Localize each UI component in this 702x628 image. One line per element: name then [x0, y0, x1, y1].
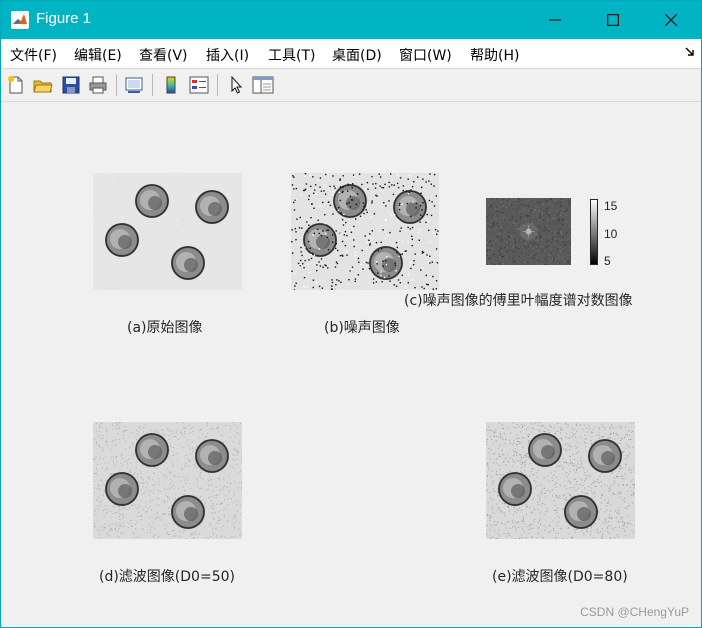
colorbar-tick-label: 5 — [604, 254, 611, 268]
property-editor-icon — [252, 76, 274, 94]
fourier-spectrum-image — [486, 198, 571, 265]
maximize-icon — [607, 14, 619, 26]
menu-tools[interactable]: 工具(T) — [268, 45, 315, 65]
insert-legend-button[interactable] — [188, 74, 210, 96]
figure-canvas: (a)原始图像 (b)噪声图像 15 10 5 (c)噪声图像的傅里叶幅度谱对数… — [1, 102, 701, 627]
dock-arrow-icon[interactable] — [685, 47, 695, 57]
new-figure-button[interactable] — [5, 74, 27, 96]
filtered-image-d0-80 — [486, 422, 635, 539]
insert-legend-icon — [189, 76, 209, 94]
caption-d: (d)滤波图像(D0=50) — [99, 569, 235, 585]
toolbar-separator — [152, 74, 153, 96]
caption-c: (c)噪声图像的傅里叶幅度谱对数图像 — [404, 293, 633, 309]
noisy-image — [291, 173, 439, 290]
window-title: Figure 1 — [36, 10, 92, 27]
menu-desktop[interactable]: 桌面(D) — [332, 45, 382, 65]
maximize-button[interactable] — [584, 1, 642, 39]
save-icon — [62, 76, 80, 94]
colorbar — [590, 199, 598, 265]
matlab-logo-icon — [11, 11, 29, 29]
toolbar-separator — [217, 74, 218, 96]
toolbar-separator — [116, 74, 117, 96]
save-button[interactable] — [60, 74, 82, 96]
watermark: CSDN @CHengYuP — [580, 605, 689, 619]
open-file-icon — [33, 80, 53, 93]
link-plot-icon — [125, 77, 143, 93]
new-figure-icon — [8, 76, 23, 94]
pointer-icon — [231, 75, 243, 94]
print-icon — [89, 76, 107, 94]
colorbar-tick-label: 10 — [604, 227, 618, 241]
insert-colorbar-button[interactable] — [160, 74, 182, 96]
caption-b: (b)噪声图像 — [324, 320, 400, 336]
menu-file[interactable]: 文件(F) — [10, 45, 57, 65]
link-plot-button[interactable] — [123, 74, 145, 96]
menu-help[interactable]: 帮助(H) — [470, 45, 519, 65]
title-bar[interactable]: Figure 1 — [1, 1, 701, 39]
figure-window: Figure 1 文件(F) 编辑(E) 查看(V) 插入(I) 工具(T) 桌… — [0, 0, 702, 628]
menu-bar: 文件(F) 编辑(E) 查看(V) 插入(I) 工具(T) 桌面(D) 窗口(W… — [1, 39, 701, 69]
menu-window[interactable]: 窗口(W) — [399, 45, 452, 65]
caption-a: (a)原始图像 — [127, 320, 203, 336]
toolbar — [1, 69, 701, 102]
property-editor-button[interactable] — [252, 74, 274, 96]
close-icon — [665, 14, 677, 26]
insert-colorbar-icon — [166, 76, 176, 94]
menu-edit[interactable]: 编辑(E) — [74, 45, 122, 65]
minimize-icon — [549, 19, 561, 21]
open-file-button[interactable] — [32, 74, 54, 96]
caption-e: (e)滤波图像(D0=80) — [492, 569, 628, 585]
original-image — [93, 173, 242, 290]
colorbar-tick-label: 15 — [604, 199, 618, 213]
filtered-image-d0-50 — [93, 422, 242, 539]
pointer-button[interactable] — [225, 74, 247, 96]
minimize-button[interactable] — [526, 1, 584, 39]
print-button[interactable] — [87, 74, 109, 96]
menu-view[interactable]: 查看(V) — [139, 45, 188, 65]
close-button[interactable] — [642, 1, 700, 39]
menu-insert[interactable]: 插入(I) — [206, 45, 249, 65]
